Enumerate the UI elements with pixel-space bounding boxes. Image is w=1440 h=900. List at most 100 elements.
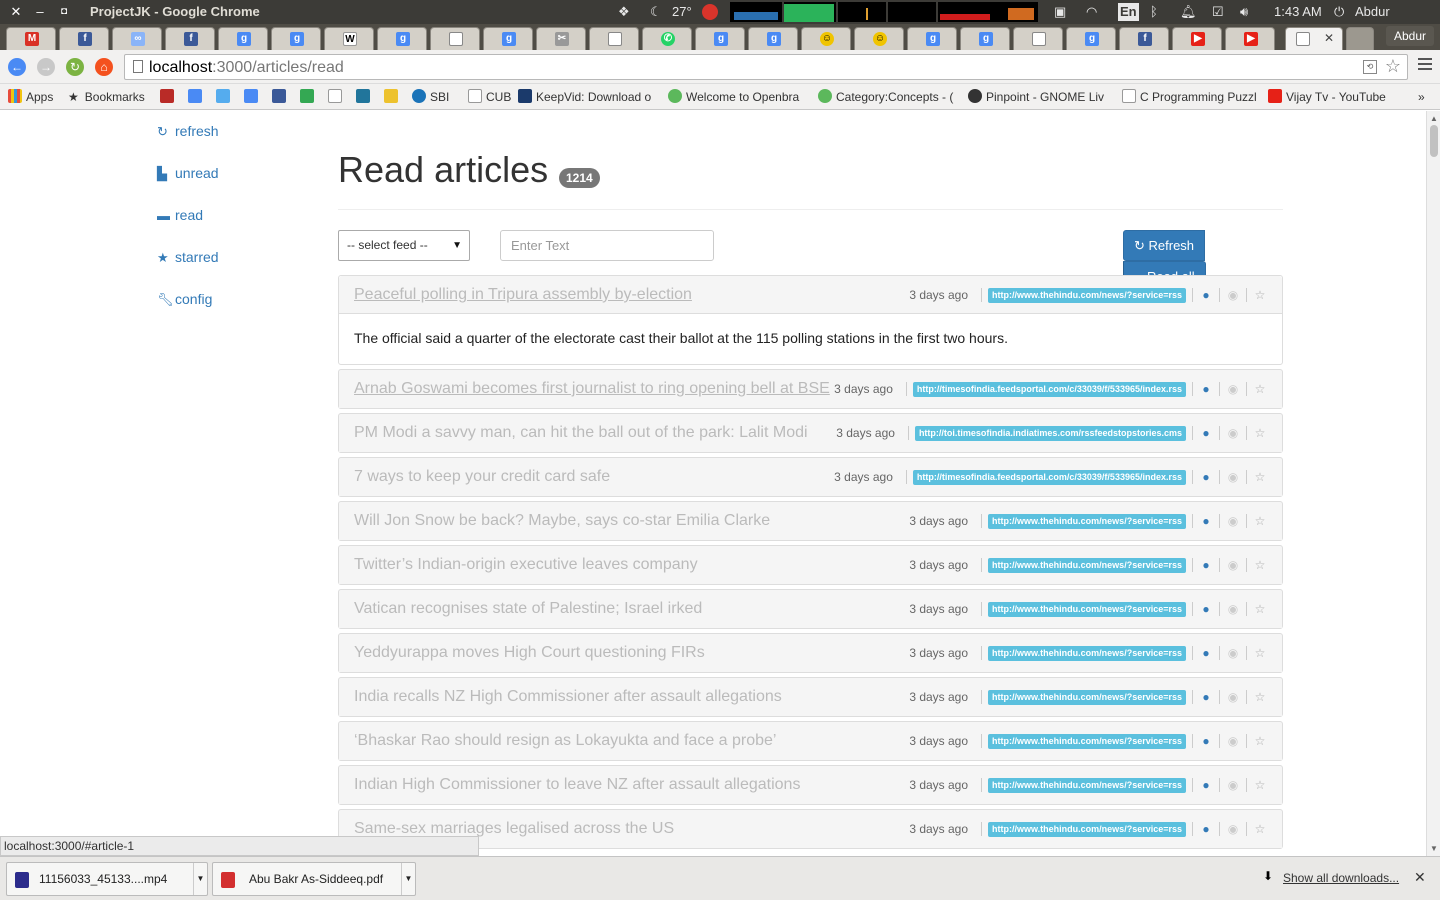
bluetooth-icon[interactable]: ᛒ [1150,3,1158,21]
wifi-icon[interactable]: ◠ [1086,3,1097,21]
tab-whatsapp[interactable]: ✆ [642,27,692,50]
bookmark-vijay-tv[interactable]: Vijay Tv - YouTube [1268,89,1408,105]
tab-youtube[interactable]: ▶ [1172,27,1222,50]
article-header[interactable]: Vatican recognises state of Palestine; I… [339,590,1282,628]
back-icon[interactable]: ← [8,58,26,76]
download-menu-caret-icon[interactable]: ▼ [401,863,415,895]
star-icon[interactable]: ☆ [1253,382,1267,396]
article-row[interactable]: Same-sex marriages legalised across the … [338,809,1283,849]
article-row[interactable]: Vatican recognises state of Palestine; I… [338,589,1283,629]
star-icon[interactable]: ☆ [1253,734,1267,748]
eye-icon[interactable]: ◉ [1226,288,1240,302]
article-row[interactable]: Peaceful polling in Tripura assembly by-… [338,275,1283,365]
stop-icon[interactable] [702,4,718,20]
bookmarks-overflow-chevron-icon[interactable]: » [1418,89,1425,105]
article-title[interactable]: Indian High Commissioner to leave NZ aft… [354,776,800,794]
article-header[interactable]: Indian High Commissioner to leave NZ aft… [339,766,1282,804]
globe-icon[interactable]: ● [1199,734,1213,748]
article-row[interactable]: Arnab Goswami becomes first journalist t… [338,369,1283,409]
bookmark-page[interactable] [328,89,346,105]
scroll-up-icon[interactable]: ▲ [1430,114,1438,123]
download-item[interactable]: 11156033_45133....mp4 ▼ [6,862,208,896]
bookmark-cub[interactable]: CUB [468,89,511,105]
article-title[interactable]: 7 ways to keep your credit card safe [354,468,610,486]
article-title[interactable]: India recalls NZ High Commissioner after… [354,688,782,706]
bookmark-star-icon[interactable]: ☆ [1385,56,1401,77]
weather-icon[interactable]: ☾ [650,3,662,21]
bookmark-2048[interactable] [384,89,402,105]
bookmark-c-puzzles[interactable]: C Programming Puzzl [1122,89,1258,105]
tab-google[interactable]: g [907,27,957,50]
article-row[interactable]: ‘Bhaskar Rao should resign as Lokayukta … [338,721,1283,761]
address-bar[interactable]: localhost:3000/articles/read ⟲ ☆ [124,54,1408,80]
tab-blue-site[interactable]: ∞ [112,27,162,50]
feed-select[interactable]: -- select feed -- ▼ [338,230,470,261]
tab-google[interactable]: g [218,27,268,50]
bookmark-wordpress[interactable] [356,89,374,105]
window-close-icon[interactable]: ✕ [8,3,24,21]
tab-facebook[interactable]: f [59,27,109,50]
star-icon[interactable]: ☆ [1253,646,1267,660]
globe-icon[interactable]: ● [1199,514,1213,528]
sidebar-item-unread[interactable]: ▙ unread [157,165,277,207]
globe-icon[interactable]: ● [1199,382,1213,396]
eye-icon[interactable]: ◉ [1226,822,1240,836]
eye-icon[interactable]: ◉ [1226,426,1240,440]
tab-gmail[interactable]: M [6,27,56,50]
bookmark-twitter[interactable] [216,89,234,105]
close-shelf-icon[interactable]: ✕ [1414,869,1426,886]
article-row[interactable]: Yeddyurappa moves High Court questioning… [338,633,1283,673]
star-icon[interactable]: ☆ [1253,288,1267,302]
tab-google[interactable]: g [960,27,1010,50]
article-header[interactable]: Arnab Goswami becomes first journalist t… [339,370,1282,408]
article-title[interactable]: PM Modi a savvy man, can hit the ball ou… [354,424,808,442]
article-header[interactable]: 7 ways to keep your credit card safe 3 da… [339,458,1282,496]
tab-emoji-site[interactable]: ☺ [854,27,904,50]
article-title[interactable]: ‘Bhaskar Rao should resign as Lokayukta … [354,732,776,750]
globe-icon[interactable]: ● [1199,646,1213,660]
tab-tools[interactable]: ✂ [536,27,586,50]
eye-icon[interactable]: ◉ [1226,734,1240,748]
bookmark-pinpoint[interactable]: Pinpoint - GNOME Liv [968,89,1108,105]
temperature-indicator[interactable]: 27° [672,3,692,21]
tab-page[interactable] [589,27,639,50]
chrome-menu-icon[interactable] [1418,58,1432,72]
eye-icon[interactable]: ◉ [1226,602,1240,616]
window-maximize-icon[interactable]: ◘ [56,3,72,21]
keyboard-layout-indicator[interactable]: En [1118,3,1139,21]
article-title[interactable]: Yeddyurappa moves High Court questioning… [354,644,705,662]
notification-bell-icon[interactable]: 🔔︎ [1180,3,1197,21]
eye-icon[interactable]: ◉ [1226,646,1240,660]
page-action-icon[interactable]: ⟲ [1363,60,1377,74]
scroll-thumb[interactable] [1430,125,1438,157]
star-icon[interactable]: ☆ [1253,514,1267,528]
scroll-down-icon[interactable]: ▼ [1430,844,1438,853]
clock[interactable]: 1:43 AM [1274,3,1322,21]
eye-icon[interactable]: ◉ [1226,382,1240,396]
article-header[interactable]: Twitter’s Indian-origin executive leaves… [339,546,1282,584]
article-title[interactable]: Vatican recognises state of Palestine; I… [354,600,702,618]
home-icon[interactable]: ⌂ [95,58,113,76]
sidebar-item-starred[interactable]: ★ starred [157,249,277,291]
tab-page[interactable] [430,27,480,50]
eye-icon[interactable]: ◉ [1226,690,1240,704]
checkbox-icon[interactable]: ☑ [1212,3,1224,21]
bookmark-google[interactable] [188,89,206,105]
globe-icon[interactable]: ● [1199,470,1213,484]
volume-icon[interactable]: 🔊︎ [1240,3,1248,21]
star-icon[interactable]: ☆ [1253,470,1267,484]
tab-facebook[interactable]: f [165,27,215,50]
tab-google[interactable]: g [271,27,321,50]
article-header[interactable]: PM Modi a savvy man, can hit the ball ou… [339,414,1282,452]
globe-icon[interactable]: ● [1199,822,1213,836]
tab-google[interactable]: g [695,27,745,50]
bookmark-facebook[interactable] [272,89,290,105]
star-icon[interactable]: ☆ [1253,822,1267,836]
eye-icon[interactable]: ◉ [1226,470,1240,484]
article-row[interactable]: Twitter’s Indian-origin executive leaves… [338,545,1283,585]
globe-icon[interactable]: ● [1199,602,1213,616]
reload-icon[interactable]: ↻ [66,58,84,76]
profile-button[interactable]: Abdur [1385,26,1434,46]
bookmark-quora[interactable] [160,89,178,105]
tab-google[interactable]: g [748,27,798,50]
